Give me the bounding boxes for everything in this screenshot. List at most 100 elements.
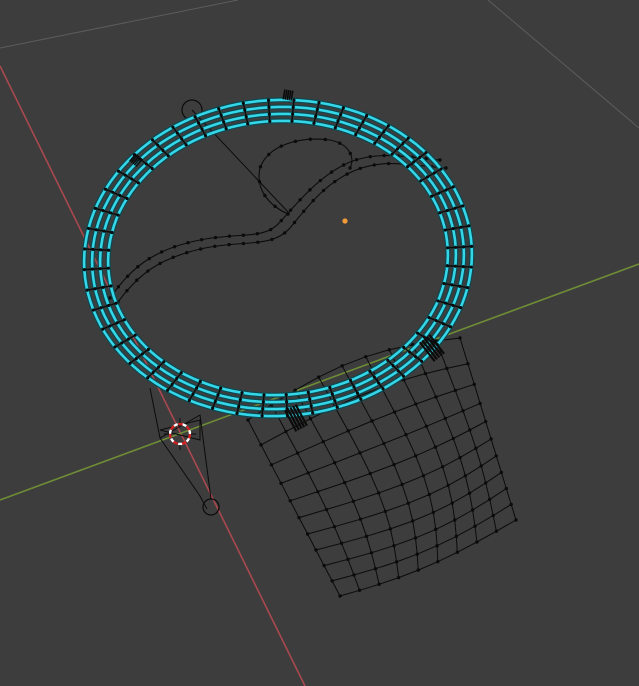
vertex[interactable]	[308, 416, 313, 421]
vertex[interactable]	[108, 324, 112, 328]
vertex[interactable]	[113, 345, 117, 349]
vertex[interactable]	[333, 399, 337, 403]
vertex[interactable]	[437, 191, 441, 195]
vertex[interactable]	[125, 196, 129, 201]
vertex[interactable]	[238, 398, 242, 402]
curve-point[interactable]	[438, 158, 442, 162]
vertex[interactable]	[406, 501, 411, 505]
vertex[interactable]	[377, 381, 381, 385]
vertex[interactable]	[268, 119, 272, 123]
vertex[interactable]	[396, 369, 400, 373]
vertex[interactable]	[305, 532, 310, 536]
vertex[interactable]	[450, 283, 454, 287]
curve-point[interactable]	[348, 151, 352, 156]
vertex[interactable]	[111, 190, 115, 194]
curve-point[interactable]	[279, 218, 283, 223]
curve-point[interactable]	[279, 144, 283, 148]
vertex[interactable]	[359, 397, 363, 401]
vertex[interactable]	[368, 369, 372, 373]
vertex[interactable]	[219, 386, 223, 390]
vertex[interactable]	[358, 451, 362, 455]
vertex[interactable]	[421, 474, 426, 478]
vertex[interactable]	[386, 358, 390, 362]
vertex[interactable]	[487, 497, 492, 502]
vertex[interactable]	[382, 441, 386, 446]
vertex[interactable]	[370, 419, 374, 423]
curve-segment[interactable]	[117, 162, 447, 303]
vertex[interactable]	[354, 132, 358, 137]
vertex[interactable]	[109, 284, 113, 288]
vertex[interactable]	[108, 211, 113, 215]
vertex[interactable]	[241, 101, 245, 105]
hoop-segment-edge[interactable]	[87, 285, 111, 291]
vertex[interactable]	[404, 432, 408, 437]
vertex[interactable]	[494, 529, 499, 533]
vertex[interactable]	[222, 120, 226, 124]
vertex[interactable]	[82, 268, 86, 272]
vertex[interactable]	[266, 98, 271, 102]
vertex[interactable]	[392, 544, 396, 548]
vertex[interactable]	[445, 264, 449, 268]
vertex[interactable]	[151, 370, 155, 375]
vertex[interactable]	[291, 112, 295, 116]
vertex[interactable]	[86, 226, 91, 231]
vertex[interactable]	[243, 108, 247, 112]
vertex[interactable]	[459, 225, 463, 229]
curve-point[interactable]	[263, 193, 267, 198]
curve-point[interactable]	[267, 152, 271, 157]
vertex[interactable]	[314, 548, 318, 552]
curve-point[interactable]	[354, 157, 359, 162]
curve-point[interactable]	[282, 231, 287, 235]
vertex[interactable]	[451, 227, 455, 231]
vertex[interactable]	[146, 376, 150, 380]
vertex[interactable]	[451, 436, 455, 441]
curve-point[interactable]	[444, 166, 448, 170]
curve-point[interactable]	[368, 154, 372, 159]
vertex[interactable]	[93, 206, 98, 210]
vertex[interactable]	[262, 393, 266, 397]
vertex[interactable]	[123, 173, 127, 177]
hoop-segment-edge[interactable]	[447, 245, 472, 249]
vertex[interactable]	[395, 147, 400, 151]
vertex[interactable]	[364, 534, 369, 539]
vertex[interactable]	[351, 499, 355, 504]
curve-point[interactable]	[318, 178, 323, 183]
vertex[interactable]	[306, 390, 310, 394]
vertex[interactable]	[91, 247, 95, 251]
vertex[interactable]	[445, 366, 449, 371]
curve-point[interactable]	[258, 165, 263, 169]
vertex[interactable]	[99, 306, 103, 310]
net-edge-column[interactable]	[294, 389, 380, 585]
curve-point[interactable]	[308, 188, 312, 192]
vertex[interactable]	[237, 404, 241, 409]
hoop-segment-edge[interactable]	[291, 100, 295, 122]
vertex[interactable]	[454, 534, 459, 539]
vertex[interactable]	[376, 491, 381, 495]
curve-point[interactable]	[257, 179, 262, 184]
vertex[interactable]	[342, 480, 347, 485]
vertex[interactable]	[414, 402, 418, 406]
curve-point[interactable]	[298, 198, 302, 202]
vertex[interactable]	[472, 382, 476, 387]
vertex[interactable]	[224, 126, 228, 131]
hoop-segment-edge[interactable]	[261, 394, 265, 416]
vertex[interactable]	[279, 481, 283, 485]
curve-point[interactable]	[358, 166, 363, 171]
vertex[interactable]	[410, 519, 415, 523]
hoop-segment-edge[interactable]	[307, 392, 314, 413]
vertex[interactable]	[392, 462, 396, 467]
vertex[interactable]	[102, 229, 106, 233]
curve-point[interactable]	[372, 163, 376, 167]
vertex[interactable]	[107, 248, 111, 252]
vertex[interactable]	[180, 137, 184, 141]
vertex[interactable]	[453, 206, 457, 210]
vertex[interactable]	[90, 267, 94, 271]
vertex[interactable]	[175, 376, 179, 381]
curve-point[interactable]	[268, 227, 273, 232]
vertex[interactable]	[146, 347, 150, 351]
vertex[interactable]	[314, 114, 318, 118]
vertex[interactable]	[465, 285, 470, 290]
vertex[interactable]	[444, 188, 448, 192]
curve-point[interactable]	[227, 242, 231, 247]
curve-point[interactable]	[338, 141, 342, 145]
